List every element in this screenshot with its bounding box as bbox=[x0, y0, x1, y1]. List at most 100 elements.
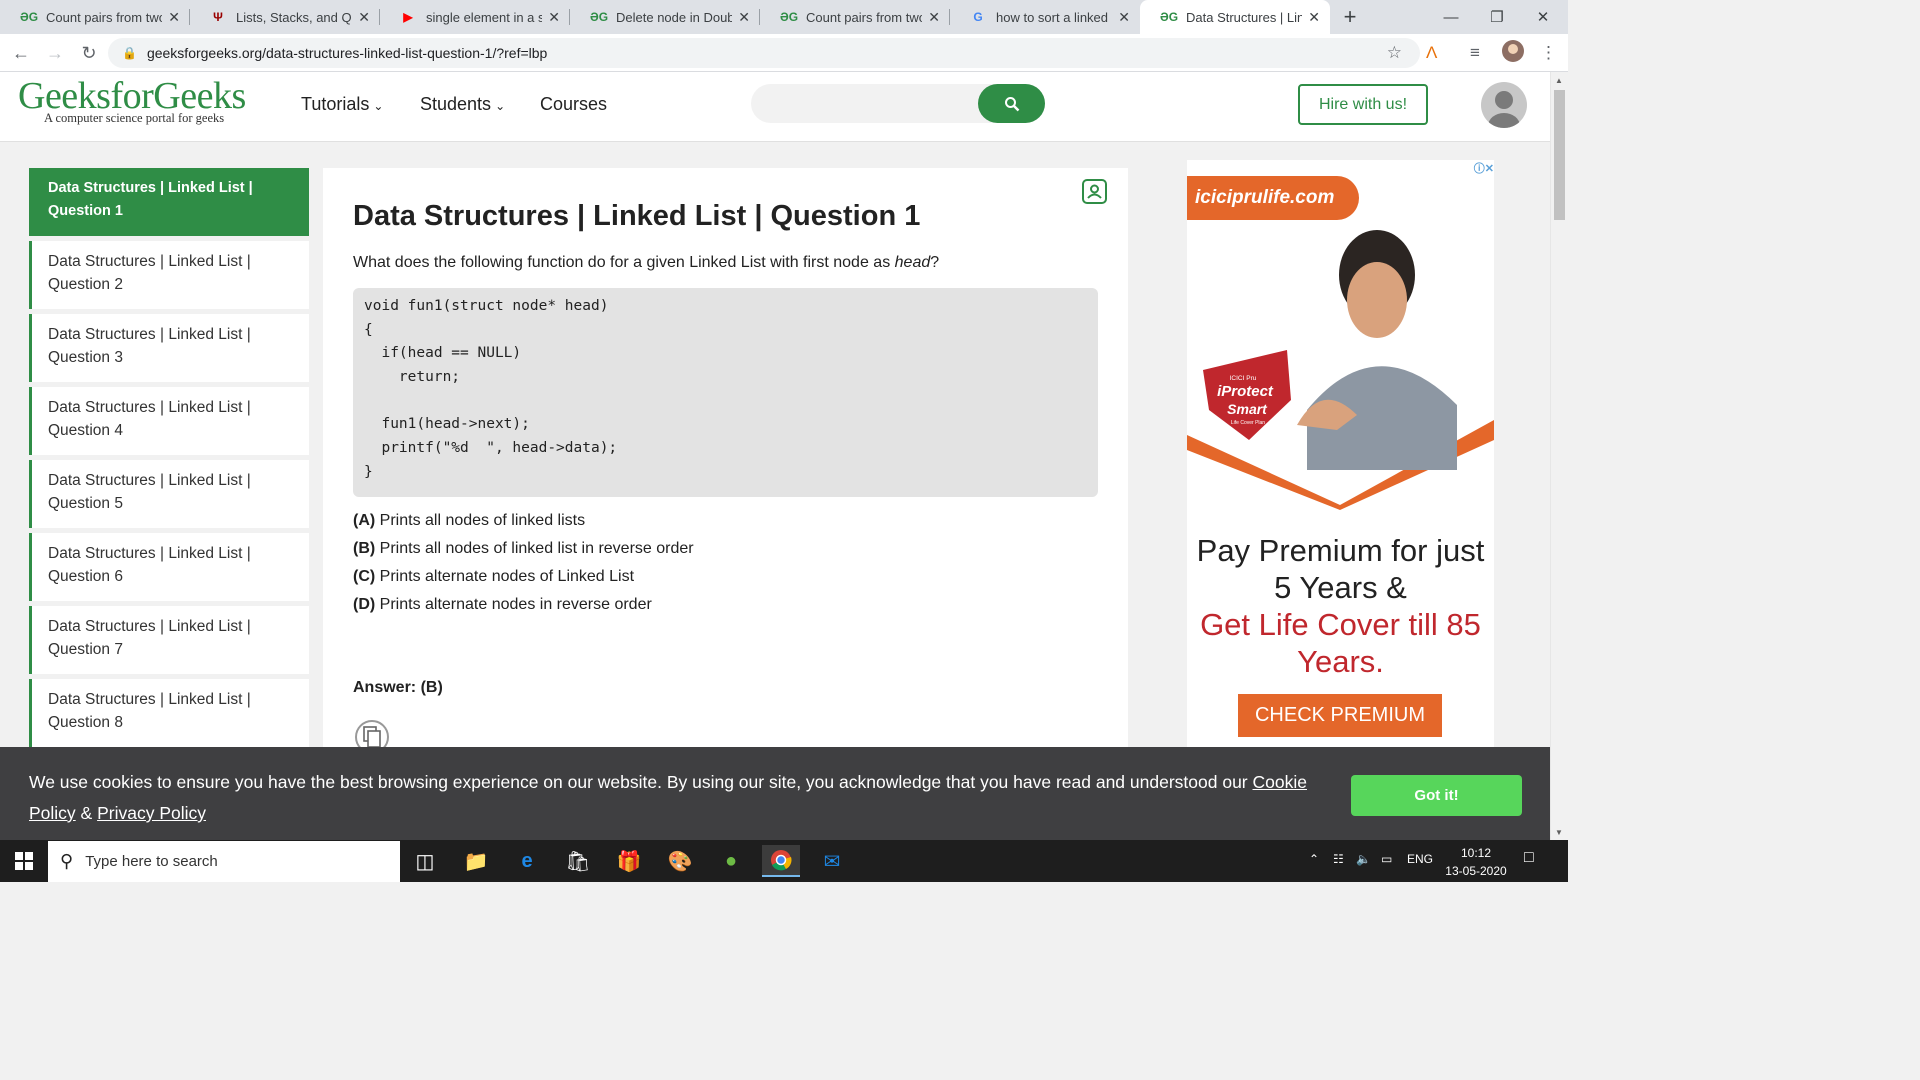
code-line: fun1(head->next); bbox=[364, 416, 530, 433]
bookmark-star-icon[interactable]: ☆ bbox=[1387, 43, 1402, 63]
user-avatar[interactable] bbox=[1481, 82, 1527, 128]
option-key: (D) bbox=[353, 596, 376, 613]
close-tab-icon[interactable]: ✕ bbox=[358, 9, 370, 26]
notifications-icon[interactable]: □ bbox=[1524, 849, 1534, 867]
privacy-policy-link[interactable]: Privacy Policy bbox=[97, 803, 206, 823]
close-tab-icon[interactable]: ✕ bbox=[1308, 9, 1320, 26]
question-suffix: ? bbox=[930, 254, 940, 271]
advertisement[interactable]: ⓘ✕ iciciprulife.com ICICI Pru iProtect S… bbox=[1187, 160, 1494, 750]
adchoices-close-icon[interactable]: ⓘ✕ bbox=[1474, 160, 1494, 176]
scrollbar-thumb[interactable] bbox=[1554, 90, 1565, 220]
hire-with-us-button[interactable]: Hire with us! bbox=[1298, 84, 1428, 125]
option-key: (A) bbox=[353, 512, 376, 529]
option-text: Prints alternate nodes of Linked List bbox=[375, 568, 635, 585]
sidebar-item-question-5[interactable]: Data Structures | Linked List | Question … bbox=[29, 460, 309, 528]
profile-avatar-icon[interactable] bbox=[1502, 40, 1524, 67]
close-tab-icon[interactable]: ✕ bbox=[928, 9, 940, 26]
chevron-down-icon: ⌄ bbox=[373, 99, 384, 113]
browser-tab[interactable]: Ghow to sort a linked list ✕ bbox=[950, 0, 1140, 34]
browser-tab[interactable]: ƏG Delete node in Doubly ✕ bbox=[570, 0, 760, 34]
windows-start-icon[interactable] bbox=[0, 840, 48, 882]
forward-arrow-icon[interactable]: → bbox=[42, 40, 68, 66]
youtube-icon: ▶ bbox=[403, 10, 413, 24]
taskbar-search-input[interactable]: ⚲ Type here to search bbox=[48, 841, 400, 882]
sidebar-item-question-3[interactable]: Data Structures | Linked List | Question … bbox=[29, 314, 309, 382]
code-block: void fun1(struct node* head) { if(head ==… bbox=[353, 288, 1098, 497]
gfg-icon: ƏG bbox=[780, 10, 799, 24]
tray-chevron-up-icon[interactable]: ⌃ bbox=[1309, 852, 1319, 866]
acrobat-extension-icon[interactable]: Λ bbox=[1426, 43, 1437, 63]
close-tab-icon[interactable]: ✕ bbox=[1118, 9, 1130, 26]
utorrent-icon[interactable]: ● bbox=[714, 845, 748, 877]
browser-menu-icon[interactable]: ⋮ bbox=[1540, 43, 1557, 63]
scroll-up-arrow-icon[interactable]: ▲ bbox=[1555, 76, 1563, 85]
new-tab-button[interactable]: + bbox=[1330, 0, 1370, 34]
browser-tab[interactable]: ƏG Data Structures | Linked ✕ bbox=[1140, 0, 1330, 34]
code-line: { bbox=[364, 321, 373, 338]
browser-tab[interactable]: ƏG Count pairs from two li ✕ bbox=[0, 0, 190, 34]
close-tab-icon[interactable]: ✕ bbox=[168, 9, 180, 26]
scroll-down-arrow-icon[interactable]: ▼ bbox=[1555, 828, 1563, 837]
close-window-button[interactable]: ✕ bbox=[1520, 0, 1566, 34]
cookie-accept-button[interactable]: Got it! bbox=[1351, 775, 1522, 816]
cookie-ampersand: & bbox=[75, 803, 98, 823]
nav-courses[interactable]: Courses bbox=[540, 94, 607, 115]
maximize-button[interactable]: ❐ bbox=[1474, 0, 1520, 34]
battery-icon[interactable]: ▭ bbox=[1381, 852, 1392, 866]
url-field[interactable]: 🔒 geeksforgeeks.org/data-structures-link… bbox=[108, 38, 1420, 68]
sidebar-item-label: Data Structures | Linked List | bbox=[48, 180, 253, 196]
sidebar-item-question-7[interactable]: Data Structures | Linked List | Question … bbox=[29, 606, 309, 674]
answer-option: (B) Prints all nodes of linked list in r… bbox=[353, 540, 694, 558]
sidebar-item-label: Question 4 bbox=[48, 422, 123, 439]
gfg-icon: ƏG bbox=[590, 10, 609, 24]
store-icon[interactable]: 🛍 bbox=[561, 845, 595, 877]
edge-browser-icon[interactable]: e bbox=[510, 845, 544, 877]
system-clock[interactable]: 10:12 13-05-2020 bbox=[1440, 844, 1512, 880]
sidebar-item-label: Question 7 bbox=[48, 641, 123, 658]
site-search-button[interactable] bbox=[978, 84, 1045, 123]
nav-students[interactable]: Students ⌄ bbox=[420, 94, 505, 115]
reading-list-icon[interactable]: ≡ bbox=[1470, 43, 1480, 63]
option-key: (C) bbox=[353, 568, 376, 585]
windows-taskbar: ⚲ Type here to search ◫ 📁 e 🛍 🎁 🎨 ● ✉ ⌃ … bbox=[0, 840, 1568, 882]
site-search-input[interactable] bbox=[751, 84, 971, 123]
close-tab-icon[interactable]: ✕ bbox=[548, 9, 560, 26]
browser-tab[interactable]: ▶ single element in a sort ✕ bbox=[380, 0, 570, 34]
gfg-icon: ƏG bbox=[20, 10, 39, 24]
sidebar-item-question-2[interactable]: Data Structures | Linked List | Question … bbox=[29, 241, 309, 309]
ad-subheadline: Get Life Cover till 85 Years. bbox=[1200, 607, 1481, 679]
gift-app-icon[interactable]: 🎁 bbox=[612, 845, 646, 877]
cookie-message: We use cookies to ensure you have the be… bbox=[29, 772, 1253, 792]
nav-tutorials-label: Tutorials bbox=[301, 94, 370, 114]
back-arrow-icon[interactable]: ← bbox=[8, 40, 34, 66]
question-text: What does the following function do for … bbox=[353, 254, 939, 272]
reload-icon[interactable]: ↻ bbox=[76, 40, 102, 66]
wifi-icon[interactable]: ☷ bbox=[1333, 852, 1344, 866]
paint-app-icon[interactable]: 🎨 bbox=[663, 845, 697, 877]
user-profile-icon[interactable] bbox=[1082, 179, 1107, 204]
search-icon bbox=[1004, 96, 1019, 111]
ad-cta-button[interactable]: CHECK PREMIUM bbox=[1238, 694, 1442, 737]
page-scrollbar[interactable]: ▲ ▼ bbox=[1550, 72, 1568, 840]
close-tab-icon[interactable]: ✕ bbox=[738, 9, 750, 26]
sidebar-item-label: Question 1 bbox=[48, 203, 123, 219]
article-card: Data Structures | Linked List | Question… bbox=[323, 168, 1128, 768]
sidebar-item-question-4[interactable]: Data Structures | Linked List | Question … bbox=[29, 387, 309, 455]
file-explorer-icon[interactable]: 📁 bbox=[459, 845, 493, 877]
language-indicator[interactable]: ENG bbox=[1407, 852, 1433, 866]
minimize-button[interactable]: — bbox=[1428, 0, 1474, 34]
sidebar-item-question-6[interactable]: Data Structures | Linked List | Question … bbox=[29, 533, 309, 601]
question-prefix: What does the following function do for … bbox=[353, 254, 895, 271]
nav-tutorials[interactable]: Tutorials ⌄ bbox=[301, 94, 383, 115]
browser-tab-strip: ƏG Count pairs from two li ✕ Ψ Lists, Stacks… bbox=[0, 0, 1568, 34]
chrome-icon[interactable] bbox=[762, 845, 800, 877]
task-view-icon[interactable]: ◫ bbox=[408, 845, 442, 877]
volume-icon[interactable]: 🔈 bbox=[1356, 852, 1371, 866]
mail-icon[interactable]: ✉ bbox=[815, 845, 849, 877]
browser-tab[interactable]: ƏG Count pairs from two li ✕ bbox=[760, 0, 950, 34]
browser-tab[interactable]: Ψ Lists, Stacks, and Queue ✕ bbox=[190, 0, 380, 34]
sidebar-item-question-1[interactable]: Data Structures | Linked List | Question … bbox=[29, 168, 309, 236]
sidebar-item-label: Data Structures | Linked List | bbox=[48, 545, 251, 562]
sidebar-item-question-8[interactable]: Data Structures | Linked List | Question … bbox=[29, 679, 309, 747]
ad-badge-text: Smart bbox=[1227, 401, 1268, 417]
